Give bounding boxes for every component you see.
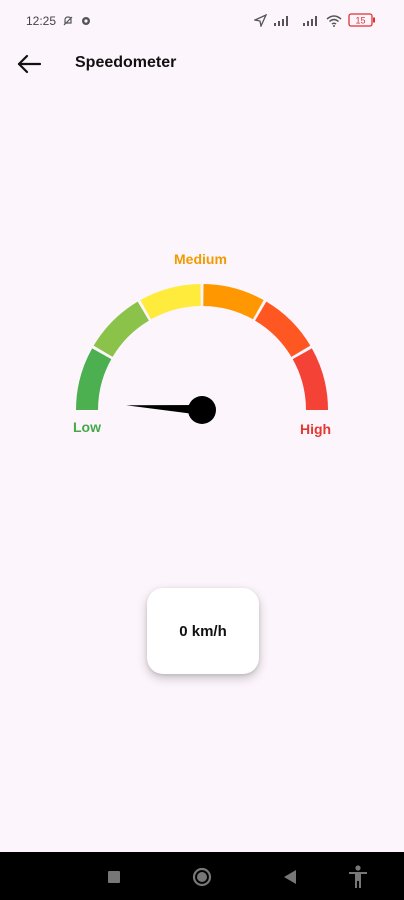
gauge-segment-1 xyxy=(76,348,112,410)
gauge-segment-2 xyxy=(93,301,149,357)
screen: 12:25 15 Speedometer Medium Low High 0 k… xyxy=(0,0,404,900)
gauge-label-high: High xyxy=(300,421,332,437)
gauge-label-medium: Medium xyxy=(174,251,227,267)
speedometer-gauge xyxy=(76,284,328,424)
nav-recent-apps-button[interactable] xyxy=(101,864,127,890)
nav-accessibility-button[interactable] xyxy=(345,864,371,890)
gauge-needle-hub xyxy=(188,396,216,424)
system-nav-bar xyxy=(0,852,404,900)
accessibility-icon xyxy=(349,865,367,888)
speed-value: 0 km/h xyxy=(179,622,227,640)
circle-icon xyxy=(192,867,212,887)
gauge-segment-6 xyxy=(292,348,328,410)
speed-card: 0 km/h xyxy=(147,588,259,674)
gauge-segment-4 xyxy=(203,284,264,320)
gauge-segment-5 xyxy=(255,301,311,357)
nav-home-button[interactable] xyxy=(189,864,215,890)
square-icon xyxy=(108,871,120,883)
nav-back-button[interactable] xyxy=(277,864,303,890)
gauge-segment-3 xyxy=(140,284,201,320)
gauge-label-low: Low xyxy=(73,419,101,435)
triangle-back-icon xyxy=(284,870,296,884)
